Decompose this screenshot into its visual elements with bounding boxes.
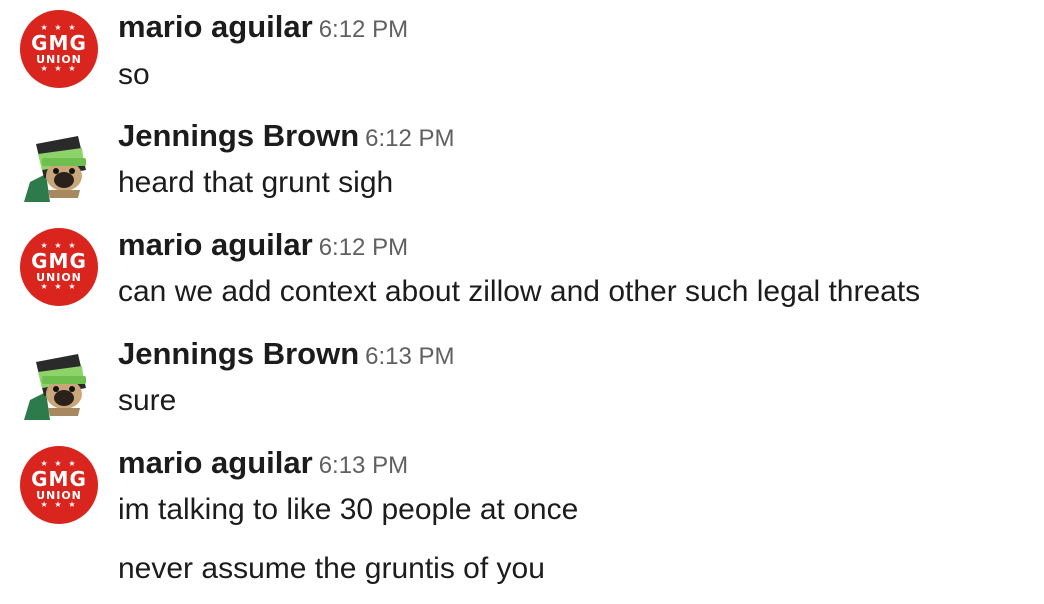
message-timestamp[interactable]: 6:13 PM	[319, 452, 408, 479]
gmg-union-icon[interactable]: ★ ★ ★ GMG UNION ★ ★ ★	[20, 446, 98, 524]
author-name[interactable]: mario aguilar	[118, 445, 313, 480]
message-timestamp[interactable]: 6:12 PM	[365, 125, 454, 152]
message-text: sure	[118, 384, 177, 417]
message-text: im talking to like 30 people at once	[118, 493, 579, 526]
message-timestamp[interactable]: 6:13 PM	[365, 343, 454, 370]
message-author[interactable]: Jennings Brown 6:12 PM	[118, 118, 455, 154]
message-timestamp[interactable]: 6:12 PM	[319, 234, 408, 261]
logo-top-text: GMG	[31, 31, 87, 55]
author-name[interactable]: Jennings Brown	[118, 118, 359, 153]
message-author[interactable]: Jennings Brown 6:13 PM	[118, 336, 455, 372]
message-author[interactable]: mario aguilar 6:12 PM	[118, 9, 408, 45]
author-name[interactable]: Jennings Brown	[118, 336, 359, 371]
logo-stars: ★ ★ ★	[40, 282, 78, 291]
message-text: never assume the gruntis of you	[118, 552, 545, 585]
message-text: so	[118, 58, 150, 91]
message-author[interactable]: mario aguilar 6:12 PM	[118, 227, 408, 263]
message-text: can we add context about zillow and othe…	[118, 275, 921, 308]
gmg-union-icon[interactable]: ★ ★ ★ GMG UNION ★ ★ ★	[20, 10, 98, 88]
author-name[interactable]: mario aguilar	[118, 9, 313, 44]
gmg-union-icon[interactable]: ★ ★ ★ GMG UNION ★ ★ ★	[20, 228, 98, 306]
message-author[interactable]: mario aguilar 6:13 PM	[118, 445, 408, 481]
pug-frankenstein-icon[interactable]	[20, 124, 98, 202]
logo-top-text: GMG	[31, 249, 87, 273]
logo-stars: ★ ★ ★	[40, 500, 78, 509]
message-text: heard that grunt sigh	[118, 166, 394, 199]
message-timestamp[interactable]: 6:12 PM	[319, 16, 408, 43]
logo-top-text: GMG	[31, 467, 87, 491]
logo-stars: ★ ★ ★	[40, 64, 78, 73]
author-name[interactable]: mario aguilar	[118, 227, 313, 262]
pug-frankenstein-icon[interactable]	[20, 342, 98, 420]
